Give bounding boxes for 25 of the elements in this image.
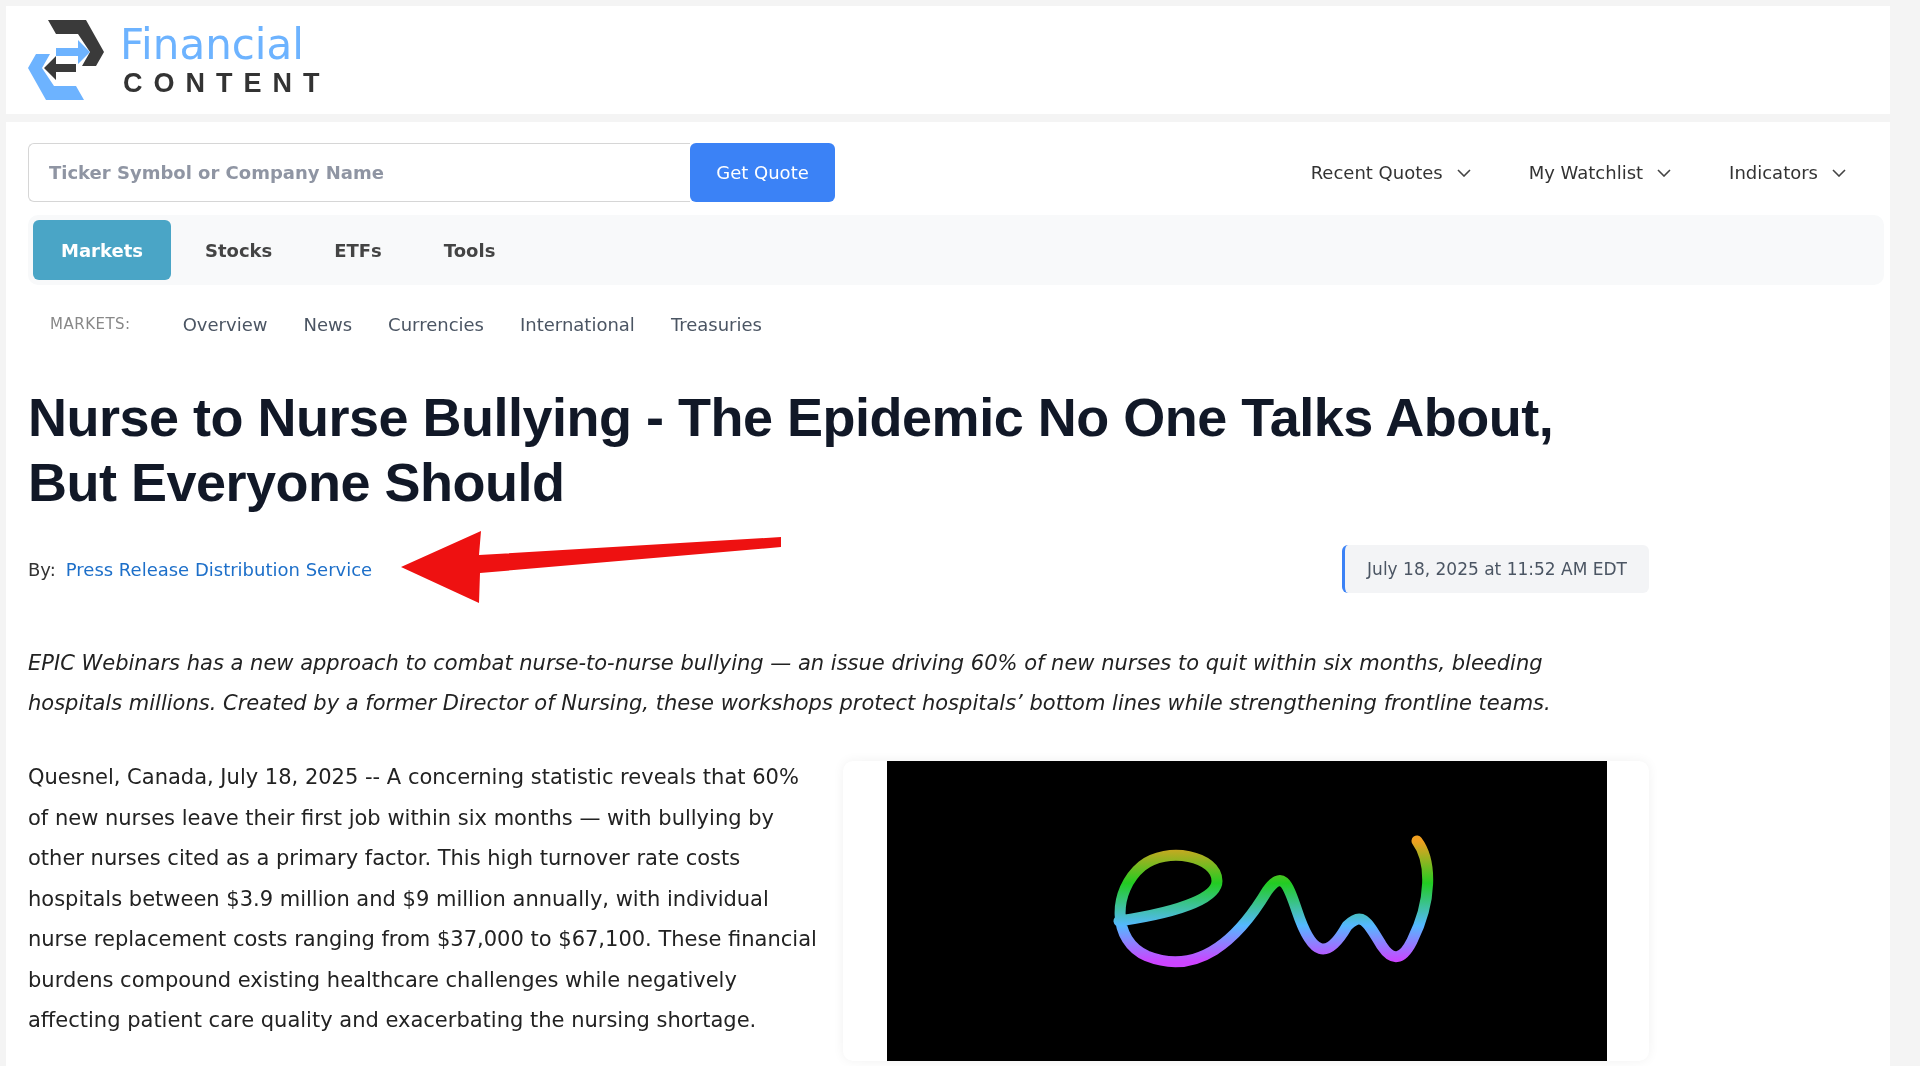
subnav-link[interactable]: Treasuries — [670, 313, 762, 335]
byline-label: By: — [28, 558, 56, 580]
chevron-down-icon — [1657, 168, 1672, 177]
nav-tab[interactable]: Stocks — [176, 220, 301, 280]
subnav-link[interactable]: News — [303, 313, 353, 335]
subnav-link[interactable]: Currencies — [388, 313, 484, 335]
author-link[interactable]: Press Release Distribution Service — [65, 558, 373, 580]
article-title: Nurse to Nurse Bullying - The Epidemic No One Talks About, But Everyone Should — [28, 386, 1555, 514]
dropdown-menu[interactable]: Recent Quotes — [1310, 162, 1471, 183]
chevron-down-icon — [1456, 168, 1471, 177]
logo-icon[interactable] — [26, 18, 106, 102]
subnav-link[interactable]: International — [520, 313, 635, 335]
nav-tab[interactable]: ETFs — [306, 220, 410, 280]
publish-date: July 18, 2025 at 11:52 AM EDT — [1342, 545, 1649, 593]
logo-tagline: CONTENT — [122, 68, 331, 98]
section-label: MARKETS: — [50, 315, 131, 333]
chevron-down-icon — [1832, 168, 1846, 177]
search-field[interactable]: Ticker Symbol or Company Name — [28, 143, 690, 202]
get-quote-button[interactable]: Get Quote — [690, 143, 835, 202]
dropdown-menu[interactable]: Indicators — [1729, 162, 1846, 183]
article-summary: EPIC Webinars has a new approach to combat nurse-to-nurse bullying — an issue driving 60% of new nurses to quit within six months, bleeding hospitals millions. Created by a former Director of Nursing, these workshops protect hospitals’ bottom lines while strengthening frontline teams. — [28, 650, 1552, 717]
dropdown-menu[interactable]: My Watchlist — [1528, 162, 1672, 183]
nav-tab[interactable]: Tools — [415, 220, 524, 280]
article-paragraph: Quesnel, Canada, July 18, 2025 -- A concerning statistic reveals that 60% of new nurses leave their first job within six months — with bullying by other nurses cited as a primary factor. This high turnover rate costs hospitals between $3.9 million and $9 million annually, with individual nurse replacement costs ranging from $37,000 to $67,100. These financial burdens compound existing healthcare challenges while negatively affecting patient care quality and exacerbating the nursing shortage. — [28, 764, 818, 1034]
subnav-link[interactable]: Overview — [182, 313, 268, 335]
